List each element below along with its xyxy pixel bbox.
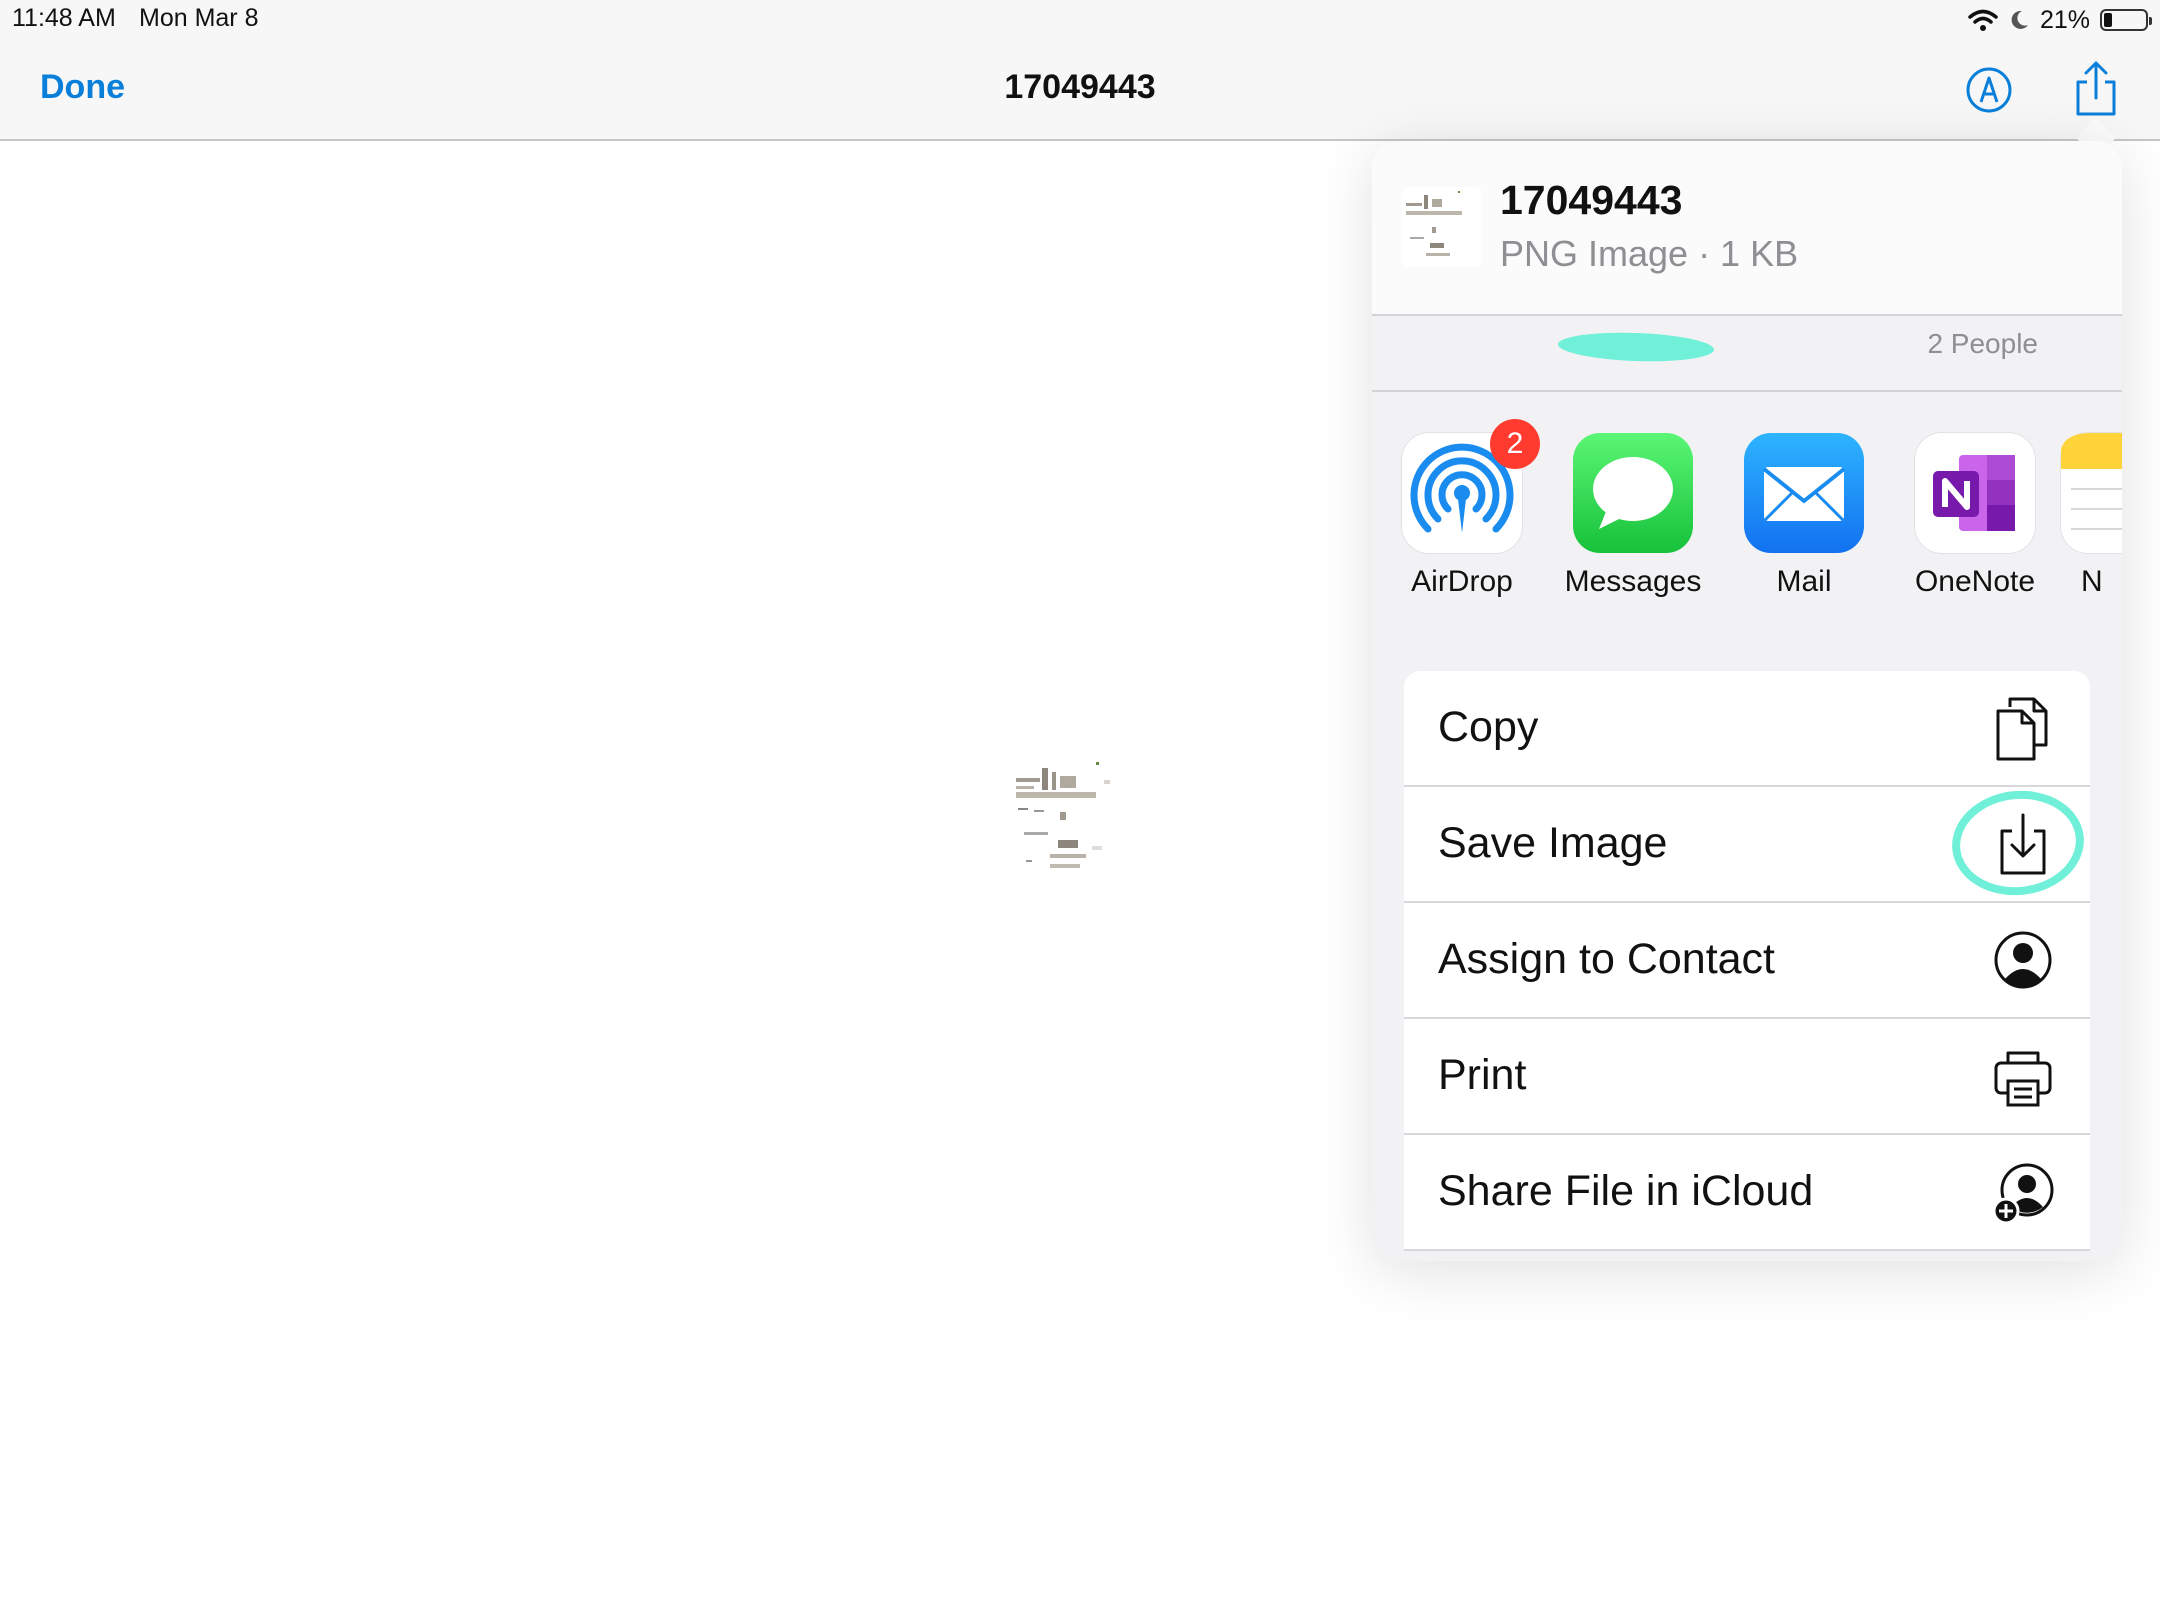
action-label: Assign to Contact (1438, 935, 1776, 983)
status-indicators: 21% (1968, 4, 2152, 36)
file-thumbnail (1402, 187, 1482, 267)
markup-pen-icon[interactable] (1965, 66, 2013, 114)
action-label: Print (1438, 1051, 1527, 1099)
copy-action[interactable]: Copy (1404, 671, 2090, 787)
contact-icon (1994, 931, 2052, 989)
save-image-action[interactable]: Save Image (1404, 787, 2090, 903)
app-messages[interactable]: Messages (1548, 433, 1718, 599)
app-row: 2 AirDrop Messages Mail OneNote N (1372, 391, 2122, 621)
wifi-icon (1968, 9, 1998, 31)
action-list: Copy Save Image Assign to Contact Print … (1404, 671, 2090, 1251)
battery-level (2104, 13, 2112, 27)
notes-icon (2061, 433, 2122, 553)
page-title: 17049443 (1004, 68, 1156, 106)
app-airdrop[interactable]: 2 AirDrop (1377, 419, 1547, 599)
assign-to-contact-action[interactable]: Assign to Contact (1404, 903, 2090, 1019)
app-onenote[interactable]: OneNote (1890, 433, 2060, 599)
file-name: 17049443 (1500, 177, 1683, 223)
redaction-mark (1557, 330, 1715, 364)
mail-icon (1744, 433, 1864, 553)
app-label: N (2081, 565, 2103, 598)
action-label: Share File in iCloud (1438, 1167, 1814, 1215)
save-image-icon (2000, 813, 2046, 875)
onenote-icon (1915, 433, 2035, 553)
app-label: Messages (1564, 565, 1702, 598)
icloud-share-icon (1992, 1163, 2054, 1225)
battery-percent: 21% (2039, 5, 2090, 34)
copy-icon (1996, 697, 2048, 761)
image-preview (1016, 762, 1110, 868)
airdrop-icon: 2 (1402, 419, 1540, 553)
share-icon[interactable] (2072, 60, 2120, 118)
print-action[interactable]: Print (1404, 1019, 2090, 1135)
status-date: Mon Mar 8 (139, 4, 259, 32)
app-mail[interactable]: Mail (1719, 433, 1889, 599)
app-label: OneNote (1914, 565, 2036, 598)
navigation-bar: 11:48 AM Mon Mar 8 21% Done 17049443 (0, 0, 2160, 141)
notification-badge: 2 (1490, 419, 1540, 469)
app-label: Mail (1776, 565, 1832, 598)
messages-icon (1573, 433, 1693, 553)
share-icloud-action[interactable]: Share File in iCloud (1404, 1135, 2090, 1251)
app-notes[interactable]: N (2061, 433, 2122, 599)
app-label: AirDrop (1411, 565, 1513, 598)
moon-icon (2011, 10, 2028, 29)
people-count: 2 People (1927, 328, 2038, 359)
action-label: Copy (1438, 703, 1539, 751)
battery-icon (2100, 9, 2152, 31)
file-info: PNG Image · 1 KB (1500, 233, 1799, 274)
people-row[interactable]: 2 People (1372, 316, 2122, 392)
print-icon (1994, 1051, 2052, 1107)
share-sheet: 17049443 PNG Image · 1 KB 2 People 2 Air… (1372, 141, 2122, 1261)
action-label: Save Image (1438, 819, 1668, 867)
share-sheet-header: 17049443 PNG Image · 1 KB (1372, 141, 2122, 316)
status-time: 11:48 AM (12, 4, 116, 32)
